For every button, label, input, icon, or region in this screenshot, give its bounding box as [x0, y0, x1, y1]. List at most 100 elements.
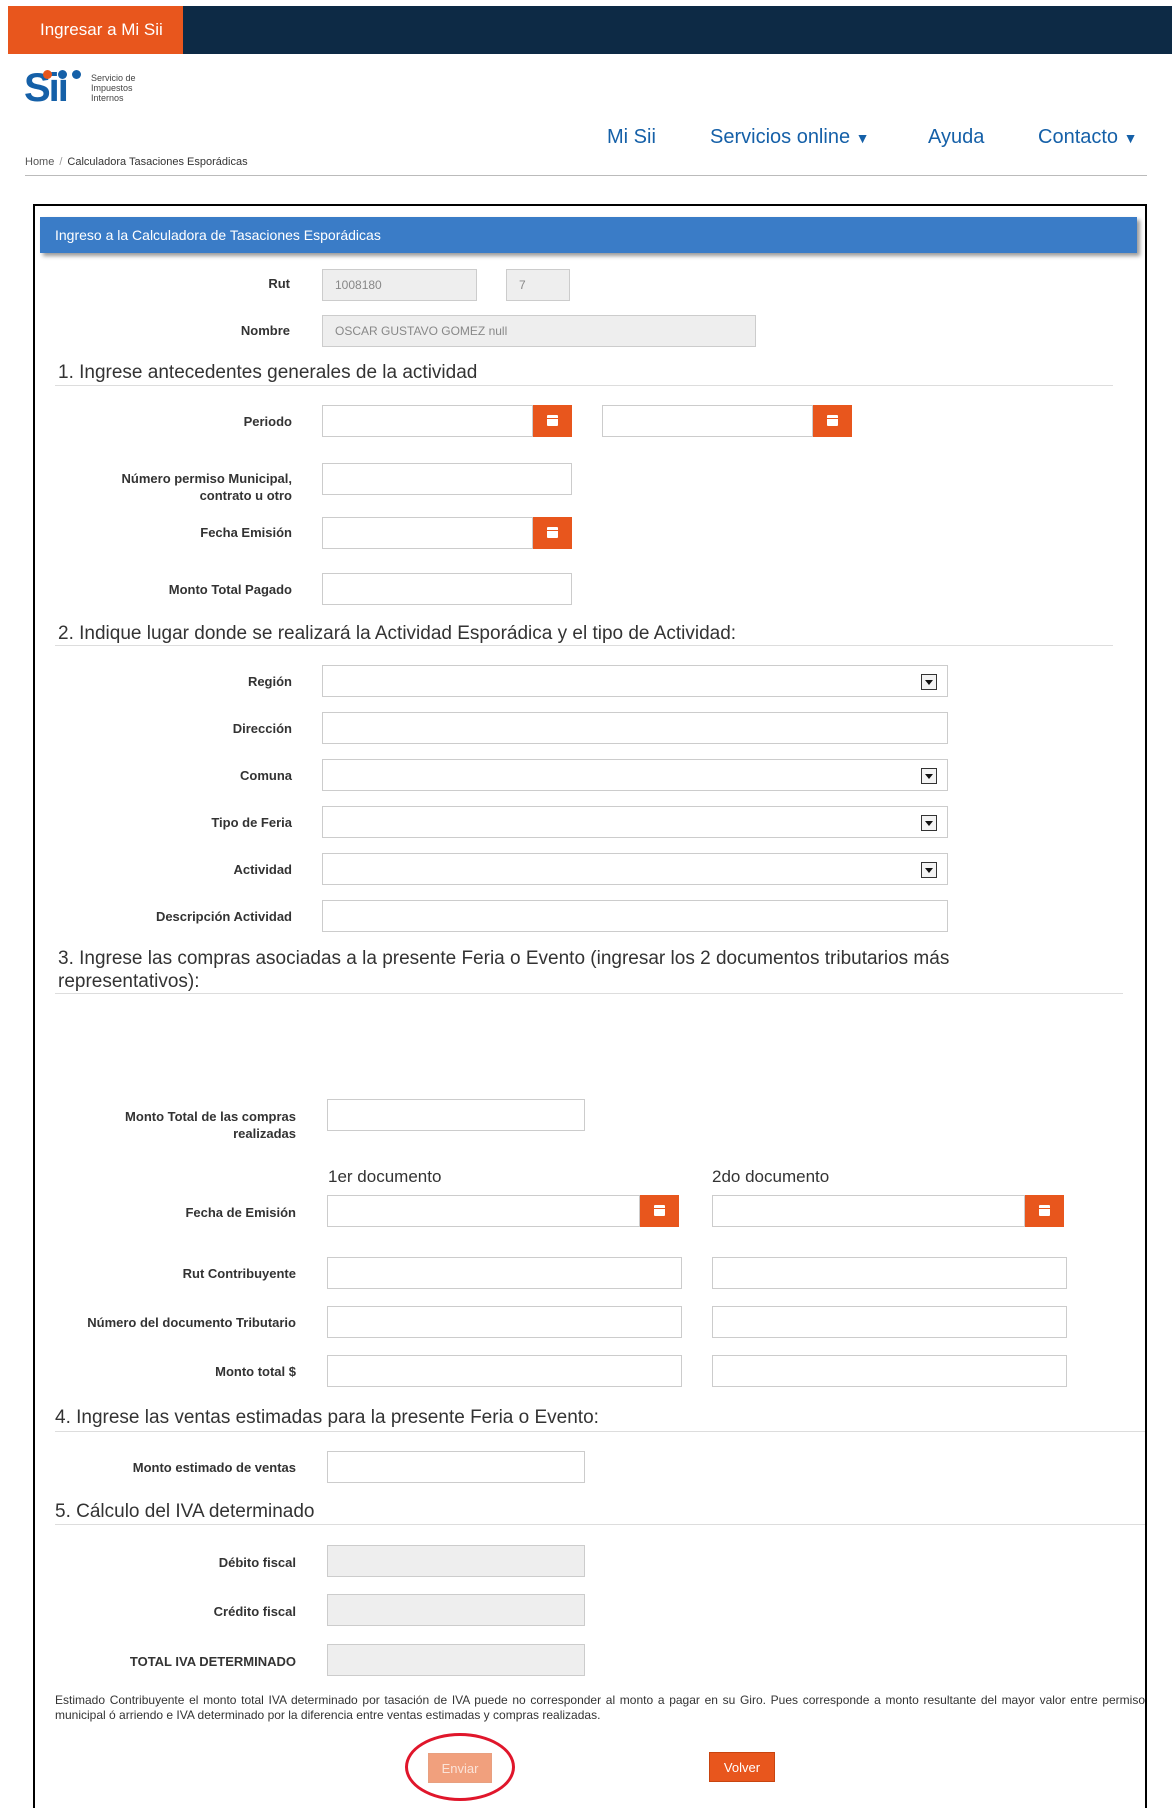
doc1-monto-input[interactable] — [327, 1355, 682, 1387]
doc1-fecha-input[interactable] — [327, 1195, 640, 1227]
actividad-label: Actividad — [233, 862, 292, 877]
logo-dot-icon — [43, 70, 52, 79]
dropdown-arrow-icon — [921, 674, 937, 690]
doc2-rut-input[interactable] — [712, 1257, 1067, 1289]
doc1-header: 1er documento — [328, 1167, 442, 1186]
fecha-emision-label: Fecha Emisión — [200, 525, 292, 540]
debito-field — [327, 1545, 585, 1577]
total-iva-field — [327, 1644, 585, 1676]
permiso-input[interactable] — [322, 463, 572, 495]
logo-line: Impuestos — [91, 83, 133, 93]
section-3-title-line: 3. Ingrese las compras asociadas a la pr… — [58, 948, 950, 969]
nav-ayuda[interactable]: Ayuda — [928, 126, 984, 149]
monto-ventas-input[interactable] — [327, 1451, 585, 1483]
monto-compras-label-line: realizadas — [233, 1126, 296, 1141]
doc1-rut-input[interactable] — [327, 1257, 682, 1289]
nav-contacto[interactable]: Contacto ▼ — [1038, 126, 1137, 149]
section-divider — [55, 993, 1123, 994]
sii-logo[interactable]: Sii Servicio de Impuestos Internos — [24, 66, 164, 110]
dropdown-arrow-icon — [921, 862, 937, 878]
rut-label: Rut — [268, 276, 290, 291]
rut-dv-field: 7 — [506, 269, 570, 301]
nav-servicios-label: Servicios online — [710, 126, 851, 148]
section-3-title: 3. Ingrese las compras asociadas a la pr… — [58, 947, 1128, 993]
fecha-emision-input[interactable] — [322, 517, 533, 549]
periodo-label: Periodo — [243, 414, 292, 429]
doc2-header: 2do documento — [712, 1167, 830, 1186]
monto-pagado-label: Monto Total Pagado — [168, 582, 292, 597]
dropdown-arrow-icon — [921, 815, 937, 831]
periodo-desde-input[interactable] — [322, 405, 533, 437]
login-mi-sii-button[interactable]: Ingresar a Mi Sii — [8, 6, 183, 54]
calendar-icon[interactable] — [813, 405, 852, 437]
nombre-label: Nombre — [240, 323, 290, 338]
comuna-label: Comuna — [240, 768, 292, 783]
debito-label: Débito fiscal — [218, 1555, 296, 1570]
actividad-select[interactable] — [322, 853, 948, 885]
doc1-numero-input[interactable] — [327, 1306, 682, 1338]
logo-dot-icon — [72, 70, 81, 79]
logo-subtitle: Servicio de Impuestos Internos — [91, 73, 136, 103]
descripcion-label: Descripción Actividad — [155, 909, 292, 924]
section-3-title-line: representativos): — [58, 971, 200, 992]
tipo-feria-label: Tipo de Feria — [211, 815, 292, 830]
rut-contribuyente-label: Rut Contribuyente — [182, 1266, 296, 1281]
nav-mi-sii[interactable]: Mi Sii — [607, 126, 656, 149]
section-2-title: 2. Indique lugar donde se realizará la A… — [58, 623, 737, 644]
calendar-icon[interactable] — [533, 517, 572, 549]
credito-field — [327, 1594, 585, 1626]
monto-compras-label: Monto Total de las compras realizadas — [70, 1108, 296, 1142]
nav-servicios-online[interactable]: Servicios online ▼ — [710, 126, 870, 149]
comuna-select[interactable] — [322, 759, 948, 791]
nav-contacto-label: Contacto — [1038, 126, 1119, 148]
dropdown-arrow-icon — [921, 768, 937, 784]
doc2-numero-input[interactable] — [712, 1306, 1067, 1338]
doc2-fecha-input[interactable] — [712, 1195, 1025, 1227]
logo-dot-icon — [58, 70, 67, 79]
section-divider — [55, 1524, 1145, 1525]
monto-compras-input[interactable] — [327, 1099, 585, 1131]
logo-line: Servicio de — [91, 73, 136, 83]
calendar-icon[interactable] — [1025, 1195, 1064, 1227]
section-divider — [55, 1431, 1145, 1432]
monto-pagado-input[interactable] — [322, 573, 572, 605]
breadcrumb-current: Calculadora Tasaciones Esporádicas — [67, 156, 248, 168]
panel-title: Ingreso a la Calculadora de Tasaciones E… — [40, 217, 1137, 253]
monto-ventas-label: Monto estimado de ventas — [132, 1460, 296, 1475]
doc2-monto-input[interactable] — [712, 1355, 1067, 1387]
monto-total-label: Monto total $ — [215, 1364, 296, 1379]
permiso-label: Número permiso Municipal, contrato u otr… — [60, 470, 292, 504]
numero-documento-label: Número del documento Tributario — [87, 1315, 296, 1330]
breadcrumb-separator: / — [59, 156, 63, 168]
rut-field: 1008180 — [322, 269, 477, 301]
caret-down-icon: ▼ — [1123, 130, 1138, 146]
breadcrumb: Home / Calculadora Tasaciones Esporádicas — [25, 156, 248, 168]
section-divider — [55, 645, 1113, 646]
region-label: Región — [247, 674, 292, 689]
direccion-label: Dirección — [232, 721, 292, 736]
disclaimer-note: Estimado Contribuyente el monto total IV… — [55, 1693, 1145, 1722]
total-iva-label: TOTAL IVA DETERMINADO — [129, 1654, 296, 1669]
permiso-label-line: Número permiso Municipal, — [121, 471, 292, 486]
section-divider — [55, 385, 1113, 386]
permiso-label-line: contrato u otro — [199, 488, 292, 503]
monto-compras-label-line: Monto Total de las compras — [125, 1109, 296, 1124]
nombre-field: OSCAR GUSTAVO GOMEZ null — [322, 315, 756, 347]
direccion-input[interactable] — [322, 712, 948, 744]
calendar-icon[interactable] — [640, 1195, 679, 1227]
section-5-title: 5. Cálculo del IVA determinado — [55, 1501, 315, 1522]
periodo-hasta-input[interactable] — [602, 405, 813, 437]
logo-line: Internos — [91, 93, 124, 103]
highlight-circle — [405, 1733, 515, 1801]
top-bar: Ingresar a Mi Sii — [8, 6, 1172, 54]
tipo-feria-select[interactable] — [322, 806, 948, 838]
credito-label: Crédito fiscal — [213, 1604, 296, 1619]
breadcrumb-home[interactable]: Home — [25, 156, 54, 168]
calendar-icon[interactable] — [533, 405, 572, 437]
descripcion-input[interactable] — [322, 900, 948, 932]
region-select[interactable] — [322, 665, 948, 697]
volver-button[interactable]: Volver — [709, 1752, 775, 1782]
caret-down-icon: ▼ — [855, 130, 870, 146]
section-4-title: 4. Ingrese las ventas estimadas para la … — [55, 1407, 599, 1428]
divider — [25, 175, 1147, 176]
